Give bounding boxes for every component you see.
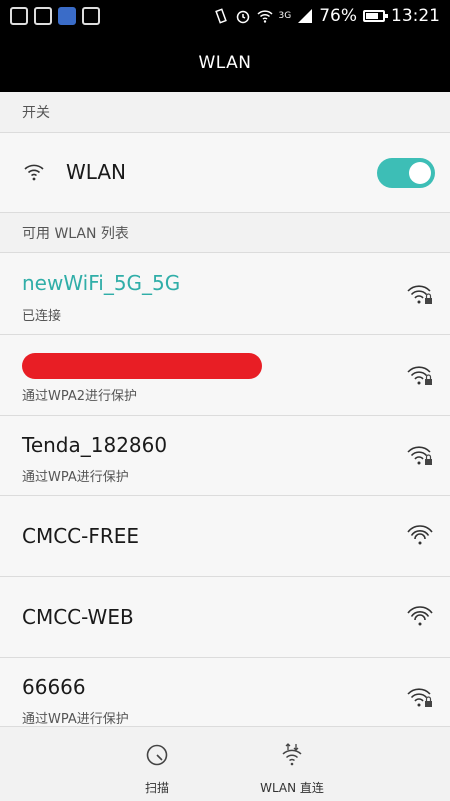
toggle-knob: [409, 162, 431, 184]
network-item[interactable]: 66666 通过WPA进行保护: [0, 657, 450, 727]
network-item[interactable]: Tenda_182860 通过WPA进行保护: [0, 415, 450, 495]
battery-icon: [363, 10, 388, 22]
wifi-icon: [24, 164, 44, 181]
alarm-icon: [236, 10, 249, 24]
network-name: Tenda_182860: [22, 433, 168, 457]
section-header-switch: 开关: [0, 92, 450, 132]
wifi-icon: [407, 606, 433, 626]
clock: 13:21: [391, 6, 440, 26]
scan-button[interactable]: 扫描: [97, 727, 217, 801]
scan-label: 扫描: [144, 781, 169, 795]
wifi-secured-icon: [407, 285, 432, 304]
bottom-bar: 扫描 WLAN 直连: [0, 726, 450, 801]
wifi-secured-icon: [407, 688, 432, 707]
wifi-secured-icon: [407, 366, 432, 385]
section-label: 开关: [22, 105, 50, 121]
image-icon: [10, 7, 28, 25]
network-status: 通过WPA进行保护: [22, 470, 129, 485]
wlan-direct-button[interactable]: WLAN 直连: [232, 727, 352, 801]
notification-icons: [10, 7, 100, 25]
status-bar: 3G 76% 13:21: [0, 0, 450, 34]
title-bar: WLAN: [0, 34, 450, 92]
network-item[interactable]: CMCC-WEB: [0, 576, 450, 657]
network-status: 已连接: [22, 309, 62, 324]
network-item[interactable]: newWiFi_5G_5G 已连接: [0, 252, 450, 334]
wifi-secured-icon: [407, 446, 432, 465]
wlan-toggle[interactable]: [377, 158, 435, 188]
network-name: newWiFi_5G_5G: [22, 271, 181, 295]
signal-icon: [298, 9, 313, 23]
gallery-icon: [34, 7, 52, 25]
section-label: 可用 WLAN 列表: [22, 225, 129, 242]
section-header-available: 可用 WLAN 列表: [0, 212, 450, 252]
wlan-direct-label: WLAN 直连: [260, 781, 324, 795]
vibrate-icon: [214, 8, 227, 24]
scan-icon: [146, 744, 168, 766]
network-name: 66666: [22, 675, 86, 699]
network-item[interactable]: 通过WPA2进行保护: [0, 334, 450, 415]
network-type: 3G: [278, 10, 292, 21]
network-status: 通过WPA进行保护: [22, 712, 129, 727]
network-status: 通过WPA2进行保护: [22, 389, 138, 404]
wifi-icon: [256, 10, 273, 23]
network-name: CMCC-FREE: [22, 524, 140, 548]
wlan-direct-icon: [282, 743, 302, 766]
android-icon: [82, 7, 100, 25]
wifi-icon: [407, 525, 433, 545]
network-name: CMCC-WEB: [22, 605, 134, 629]
battery-percent: 76%: [319, 6, 357, 26]
wlan-label: WLAN: [66, 160, 127, 184]
system-icons: 3G 76% 13:21: [213, 6, 440, 26]
wlan-switch-row[interactable]: WLAN: [0, 132, 450, 212]
page-title: WLAN: [198, 53, 252, 73]
app-icon: [58, 7, 76, 25]
redacted-network-name: [22, 353, 262, 379]
network-item[interactable]: CMCC-FREE: [0, 495, 450, 576]
